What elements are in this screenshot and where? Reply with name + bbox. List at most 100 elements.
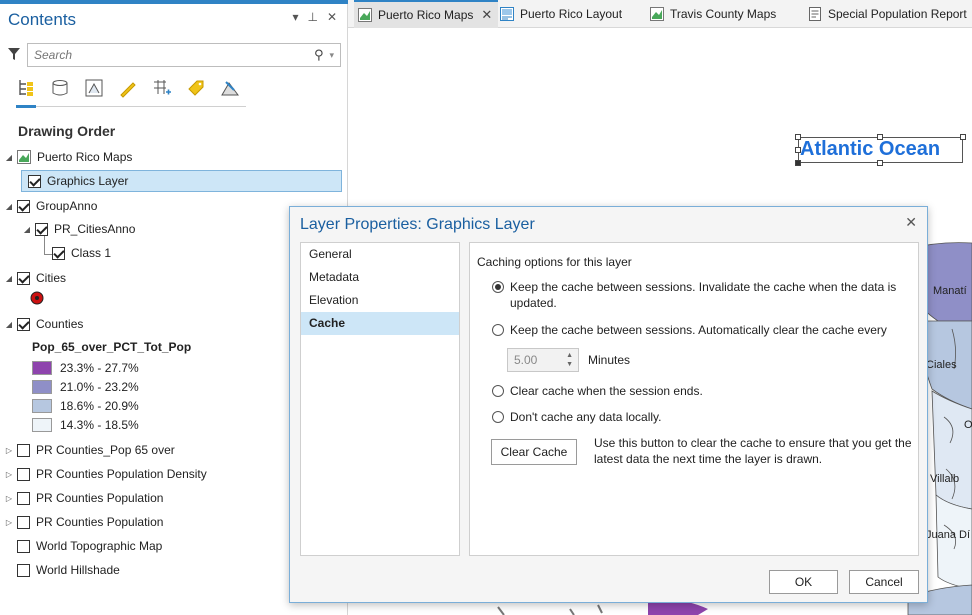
tab-special-population-report[interactable]: Special Population Report: [808, 0, 967, 28]
world-hillshade-checkbox[interactable]: [17, 563, 30, 577]
pr-citiesanno-checkbox[interactable]: [35, 222, 48, 236]
counties-checkbox[interactable]: [17, 317, 30, 331]
pr-density-label: PR Counties Population Density: [36, 467, 207, 481]
cities-checkbox[interactable]: [17, 271, 30, 285]
filter-icon[interactable]: [7, 47, 21, 61]
expand-icon[interactable]: ▷: [4, 470, 14, 479]
tree-layer-groupanno[interactable]: ◢ GroupAnno: [4, 195, 97, 217]
search-box[interactable]: ⚲ ▾: [27, 43, 341, 67]
radio-invalidate-on-update[interactable]: [492, 281, 504, 293]
option-clear-on-session-end[interactable]: Clear cache when the session ends.: [492, 383, 703, 399]
radio-clear-on-session-end[interactable]: [492, 385, 504, 397]
tree-layer-pr-citiesanno[interactable]: ◢ PR_CitiesAnno: [22, 218, 135, 240]
collapse-icon[interactable]: ◢: [4, 320, 14, 329]
tree-layer-pr-population-1[interactable]: ▷ PR Counties Population: [4, 487, 164, 509]
pr-population-2-checkbox[interactable]: [17, 515, 30, 529]
view-toolbar-divider: [16, 106, 246, 107]
legend-class-4[interactable]: 14.3% - 18.5%: [32, 414, 139, 436]
option-invalidate-on-update[interactable]: Keep the cache between sessions. Invalid…: [492, 279, 902, 311]
chevron-down-icon[interactable]: ▾: [329, 50, 334, 61]
pr-population-1-checkbox[interactable]: [17, 491, 30, 505]
clear-cache-description: Use this button to clear the cache to en…: [594, 436, 912, 466]
town-label: Juana Dí: [926, 529, 971, 541]
tree-layer-world-topo[interactable]: World Topographic Map: [17, 535, 162, 557]
collapse-icon[interactable]: ◢: [4, 153, 14, 162]
legend-swatch[interactable]: [32, 399, 52, 413]
list-by-data-source-icon[interactable]: [50, 78, 70, 98]
atlantic-ocean-label[interactable]: Atlantic Ocean: [800, 138, 940, 161]
list-by-labeling-icon[interactable]: [186, 78, 206, 98]
town-label: Ciales: [926, 359, 957, 371]
legend-swatch[interactable]: [32, 380, 52, 394]
minutes-input[interactable]: [514, 353, 554, 367]
list-by-perspective-imagery-icon[interactable]: [220, 78, 240, 98]
pane-close-icon[interactable]: ✕: [327, 10, 337, 24]
pane-menu-icon[interactable]: ▾: [292, 10, 298, 24]
town-label: O: [964, 419, 972, 431]
cancel-button[interactable]: Cancel: [849, 570, 919, 594]
tab-puerto-rico-maps[interactable]: Puerto Rico Maps ✕: [354, 0, 499, 28]
nav-cache[interactable]: Cache: [301, 312, 459, 335]
tab-puerto-rico-layout[interactable]: Puerto Rico Layout: [500, 0, 622, 28]
counties-label: Counties: [36, 317, 84, 331]
city-symbol-icon[interactable]: [30, 291, 44, 305]
expand-icon[interactable]: ▷: [4, 494, 14, 503]
radio-auto-clear[interactable]: [492, 324, 504, 336]
nav-metadata[interactable]: Metadata: [301, 266, 459, 289]
resize-handle[interactable]: [960, 134, 966, 140]
graphics-layer-checkbox[interactable]: [28, 174, 41, 188]
counties-field-heading: Pop_65_over_PCT_Tot_Pop: [32, 340, 192, 354]
tab-label: Puerto Rico Layout: [520, 7, 623, 21]
tree-layer-pr-population-2[interactable]: ▷ PR Counties Population: [4, 511, 164, 533]
map-icon: [358, 8, 372, 22]
tree-connector: [44, 254, 52, 255]
class-1-checkbox[interactable]: [52, 246, 65, 260]
list-by-drawing-order-icon[interactable]: [16, 78, 36, 98]
tree-class-1[interactable]: Class 1: [52, 242, 111, 264]
world-topo-checkbox[interactable]: [17, 539, 30, 553]
collapse-icon[interactable]: ◢: [22, 225, 32, 234]
tree-layer-pr-density[interactable]: ▷ PR Counties Population Density: [4, 463, 207, 485]
nav-elevation[interactable]: Elevation: [301, 289, 459, 312]
groupanno-checkbox[interactable]: [17, 199, 30, 213]
spinner-arrows[interactable]: ▲ ▼: [566, 351, 573, 369]
search-input[interactable]: [34, 48, 314, 62]
groupanno-label: GroupAnno: [36, 199, 98, 213]
layout-icon: [500, 7, 514, 21]
list-by-editing-icon[interactable]: [118, 78, 138, 98]
ok-button[interactable]: OK: [769, 570, 838, 594]
expand-icon[interactable]: ▷: [4, 446, 14, 455]
pr-density-checkbox[interactable]: [17, 467, 30, 481]
minutes-spinner[interactable]: ▲▼: [507, 348, 579, 372]
legend-swatch[interactable]: [32, 361, 52, 375]
list-by-selection-icon[interactable]: [84, 78, 104, 98]
properties-nav: General Metadata Elevation Cache: [300, 242, 460, 556]
tree-layer-graphics[interactable]: Graphics Layer: [21, 170, 342, 192]
option-no-cache[interactable]: Don't cache any data locally.: [492, 409, 662, 425]
tab-travis-county-maps[interactable]: Travis County Maps: [650, 0, 776, 28]
close-tab-icon[interactable]: ✕: [481, 7, 492, 23]
tree-layer-pr-pop65[interactable]: ▷ PR Counties_Pop 65 over: [4, 439, 175, 461]
collapse-icon[interactable]: ◢: [4, 202, 14, 211]
close-icon[interactable]: ✕: [905, 214, 917, 231]
tree-layer-cities[interactable]: ◢ Cities: [4, 267, 66, 289]
pane-pin-icon[interactable]: ⊥: [307, 10, 317, 24]
option-auto-clear[interactable]: Keep the cache between sessions. Automat…: [492, 322, 887, 338]
pr-pop65-checkbox[interactable]: [17, 443, 30, 457]
tree-layer-counties[interactable]: ◢ Counties: [4, 313, 83, 335]
nav-general[interactable]: General: [301, 243, 459, 266]
legend-swatch[interactable]: [32, 418, 52, 432]
pane-accent-bar: [0, 0, 348, 4]
list-by-snapping-icon[interactable]: [152, 78, 172, 98]
tree-map-puerto-rico[interactable]: ◢ Puerto Rico Maps: [4, 146, 132, 168]
expand-icon[interactable]: ▷: [4, 518, 14, 527]
clear-cache-button[interactable]: Clear Cache: [491, 439, 577, 465]
option-label: Keep the cache between sessions. Automat…: [510, 323, 887, 337]
search-icon[interactable]: ⚲: [314, 47, 324, 63]
tree-layer-world-hillshade[interactable]: World Hillshade: [17, 559, 120, 581]
pr-population-2-label: PR Counties Population: [36, 515, 164, 529]
graphics-layer-label: Graphics Layer: [47, 174, 129, 188]
tab-label: Travis County Maps: [670, 7, 777, 21]
collapse-icon[interactable]: ◢: [4, 274, 14, 283]
radio-no-cache[interactable]: [492, 411, 504, 423]
